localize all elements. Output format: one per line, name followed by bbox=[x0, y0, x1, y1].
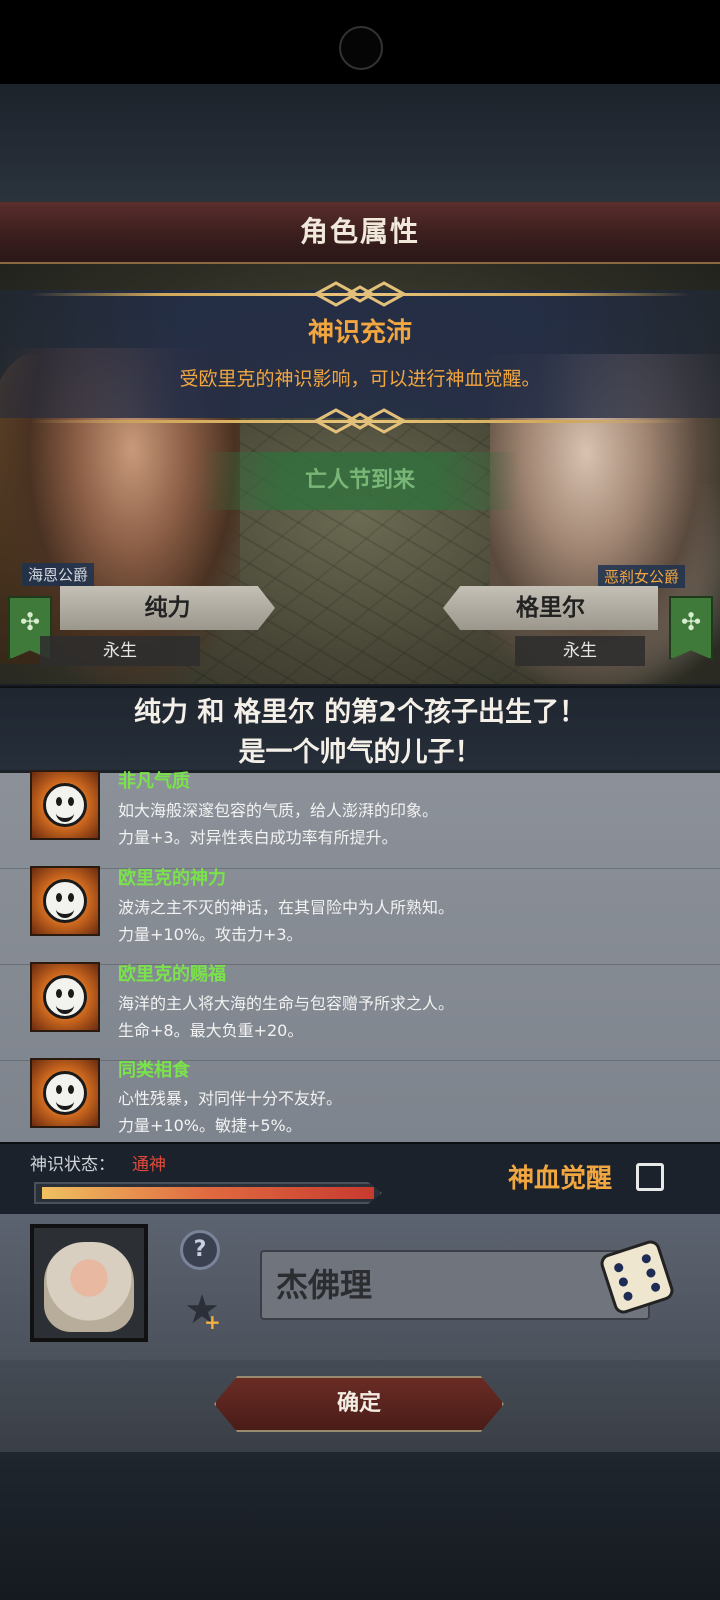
birth-announcement-line2: 是一个帅气的儿子！ bbox=[238, 737, 482, 768]
upper-background bbox=[0, 84, 720, 202]
trait-name: 非凡气质 bbox=[118, 771, 190, 792]
trait-effect: 力量+10%。攻击力+3。 bbox=[118, 925, 303, 944]
right-parent-title: 恶刹女公爵 bbox=[598, 565, 686, 588]
awaken-banner bbox=[0, 290, 720, 418]
smiley-face-icon bbox=[30, 866, 100, 936]
divine-sense-label: 神识状态： bbox=[30, 1155, 115, 1175]
right-parent-status: 永生 bbox=[515, 636, 645, 666]
smiley-face-icon bbox=[30, 770, 100, 840]
awaken-description: 受欧里克的神识影响，可以进行神血觉醒。 bbox=[179, 368, 541, 390]
plus-icon: + bbox=[204, 1310, 221, 1334]
child-name-value: 杰佛理 bbox=[276, 1266, 373, 1304]
trait-name: 欧里克的神力 bbox=[118, 868, 226, 889]
divine-sense-fill bbox=[42, 1187, 374, 1199]
trait-name: 欧里克的赐福 bbox=[118, 964, 226, 985]
trait-item[interactable] bbox=[0, 1058, 720, 1143]
trait-description: 海洋的主人将大海的生命与包容赠予所求之人。 bbox=[118, 994, 455, 1013]
left-parent-status: 永生 bbox=[40, 636, 200, 666]
trait-effect: 力量+10%。敏捷+5%。 bbox=[118, 1116, 302, 1135]
right-parent-name: 格里尔 bbox=[443, 586, 658, 630]
smiley-face-icon bbox=[30, 962, 100, 1032]
left-parent-title: 海恩公爵 bbox=[22, 563, 95, 586]
question-icon[interactable]: ? bbox=[180, 1230, 220, 1270]
birth-announcement-line1: 纯力 和 格里尔 的第2个孩子出生了！ bbox=[134, 697, 586, 728]
divine-sense-value: 通神 bbox=[132, 1155, 166, 1175]
ornament-knot-icon bbox=[312, 281, 408, 307]
blood-awaken-label: 神血觉醒 bbox=[508, 1164, 613, 1194]
trait-description: 波涛之主不灭的神话，在其冒险中为人所熟知。 bbox=[118, 898, 455, 917]
trait-description: 心性残暴，对同伴十分不友好。 bbox=[118, 1089, 343, 1108]
trait-effect: 力量+3。对异性表白成功率有所提升。 bbox=[118, 828, 398, 847]
footer-background bbox=[0, 1452, 720, 1600]
left-parent-name: 纯力 bbox=[60, 586, 275, 630]
event-label: 亡人节到来 bbox=[304, 468, 415, 493]
awaken-title: 神识充沛 bbox=[307, 318, 412, 348]
child-portrait bbox=[30, 1224, 148, 1342]
trait-description: 如大海般深邃包容的气质，给人澎湃的印象。 bbox=[118, 801, 439, 820]
ornament-knot-icon bbox=[312, 408, 408, 434]
trait-effect: 生命+8。最大负重+20。 bbox=[118, 1021, 304, 1040]
confirm-button[interactable]: 确定 bbox=[214, 1376, 504, 1432]
smiley-face-icon bbox=[30, 1058, 100, 1128]
trait-name: 同类相食 bbox=[118, 1060, 190, 1081]
camera-cutout bbox=[339, 26, 383, 70]
page-title: 角色属性 bbox=[299, 215, 420, 248]
baby-avatar bbox=[44, 1242, 134, 1332]
blood-awaken-checkbox[interactable] bbox=[636, 1163, 664, 1191]
